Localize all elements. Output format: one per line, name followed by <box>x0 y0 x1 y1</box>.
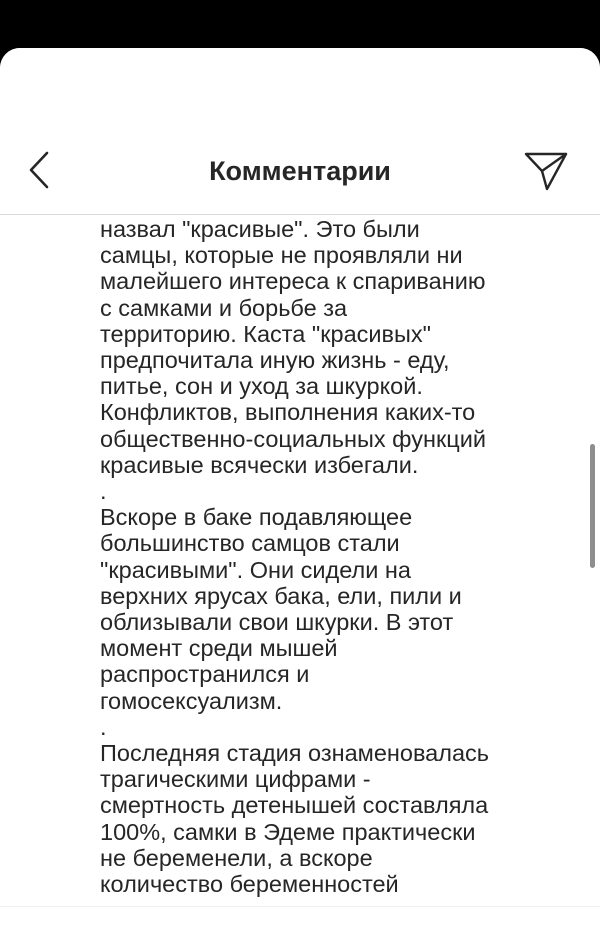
comment-line: Конфликтов, выполнения каких-то <box>100 399 476 426</box>
comment-line: гомосексуализм. <box>100 687 283 714</box>
comment-text: назвал "красивые". Это были самцы, которы… <box>100 216 540 897</box>
comment-line: территорию. Каста "красивых" <box>100 320 431 347</box>
comment-line: "красивыми". Они сидели на <box>100 556 411 583</box>
comment-line: облизывали свои шкурки. В этот <box>100 609 454 636</box>
comment-line: самцы, которые не проявляли ни <box>100 242 463 269</box>
comments-list[interactable]: назвал "красивые". Это были самцы, которы… <box>0 214 600 904</box>
comment-line: момент среди мышей <box>100 635 338 662</box>
comment-line: количество беременностей <box>100 871 399 898</box>
comments-sheet: Комментарии назвал "красивые". Это были с… <box>0 48 600 925</box>
comment-line: Последняя стадия ознаменовалась <box>100 740 490 767</box>
paper-plane-icon <box>524 152 568 191</box>
comment-line: питье, сон и уход за шкуркой. <box>100 373 423 400</box>
comment-line: верхних ярусах бака, ели, пили и <box>100 582 462 609</box>
comment-line: красивые всячески избегали. <box>100 451 419 478</box>
comment-line: 100%, самки в Эдеме практически <box>100 818 476 845</box>
share-button[interactable] <box>520 148 572 194</box>
page-title: Комментарии <box>209 156 391 186</box>
comment-line: распространился и <box>100 661 310 688</box>
comment-line: малейшего интереса к спариванию <box>100 268 486 295</box>
comment-line: трагическими цифрами - <box>100 766 371 793</box>
comment-line: Вскоре в баке подавляющее <box>100 504 413 531</box>
comment-line: назвал "красивые". Это были <box>100 216 420 242</box>
scrollbar[interactable] <box>590 444 595 568</box>
header: Комментарии <box>0 48 600 215</box>
comment-line: общественно-социальных функций <box>100 425 486 452</box>
comment-line: предпочитала иную жизнь - еду, <box>100 347 450 374</box>
comment-line: большинство самцов стали <box>100 530 400 557</box>
comment-line: с самками и борьбе за <box>100 294 348 321</box>
paragraph-separator: . <box>100 478 107 505</box>
comment-line: не беременели, а вскоре <box>100 844 373 871</box>
paragraph-separator: . <box>100 713 107 740</box>
comment-line: смертность детенышей составляла <box>100 792 489 819</box>
bottom-bar <box>0 906 600 925</box>
